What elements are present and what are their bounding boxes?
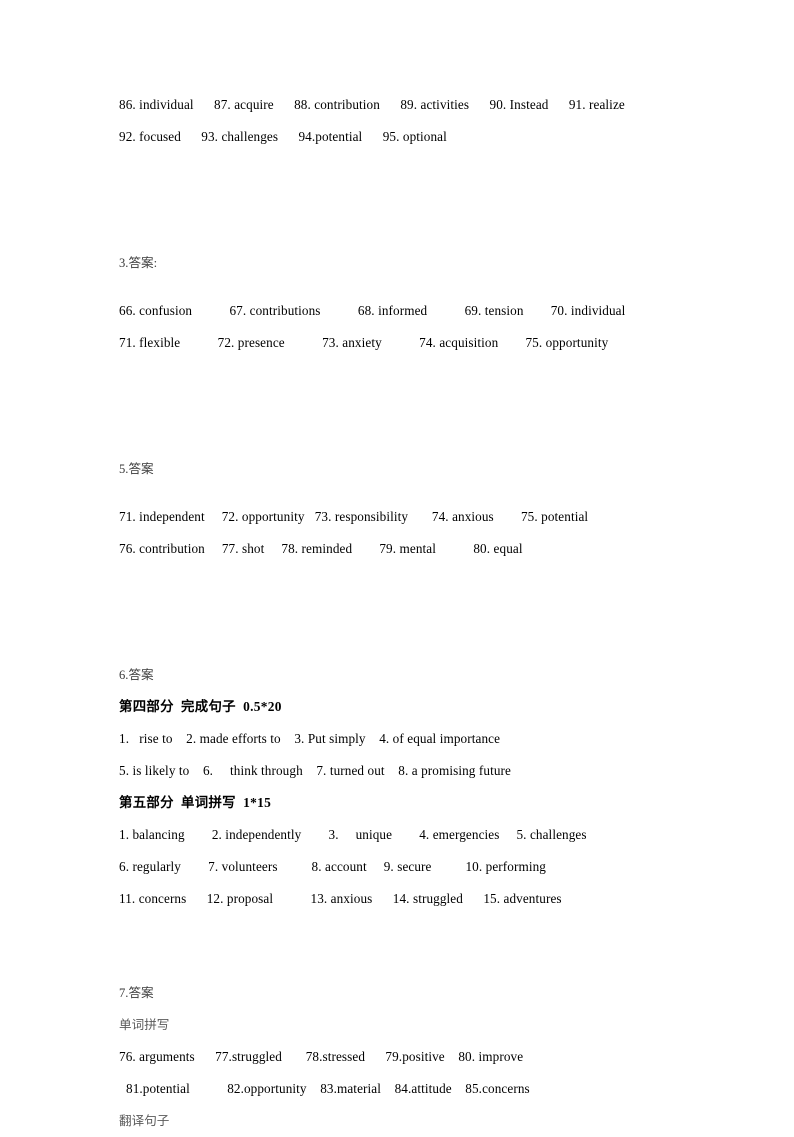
part-5-answer-line-6-10: 6. regularly 7. volunteers 8. account 9.… bbox=[119, 859, 546, 874]
part-5-answer-line-11-15: 11. concerns 12. proposal 13. anxious 14… bbox=[119, 891, 562, 906]
section-6-heading: 6.答案 bbox=[119, 668, 154, 682]
document-page: 86. individual 87. acquire 88. contribut… bbox=[0, 0, 794, 1128]
section-5-answer-line-71-75: 71. independent 72. opportunity 73. resp… bbox=[119, 509, 589, 524]
section-3-block: 3.答案: 66. confusion 67. contributions 68… bbox=[119, 247, 679, 359]
section-7-answer-line-81-85: 81.potential 82.opportunity 83.material … bbox=[126, 1081, 530, 1096]
section-7-heading: 7.答案 bbox=[119, 986, 154, 1000]
part-4-heading: 第四部分 完成句子 0.5*20 bbox=[119, 699, 282, 714]
section-7-spelling-subheading: 单词拼写 bbox=[119, 1018, 170, 1032]
section-5-heading: 5.答案 bbox=[119, 462, 154, 476]
section-5-block: 5.答案 71. independent 72. opportunity 73.… bbox=[119, 453, 679, 565]
answer-line-92-95: 92. focused 93. challenges 94.potential … bbox=[119, 129, 447, 144]
section-7-answer-line-76-80: 76. arguments 77.struggled 78.stressed 7… bbox=[119, 1049, 524, 1064]
part-5-heading: 第五部分 单词拼写 1*15 bbox=[119, 795, 272, 810]
section-3-answer-line-71-75: 71. flexible 72. presence 73. anxiety 74… bbox=[119, 335, 609, 350]
section-7-block: 7.答案 单词拼写 76. arguments 77.struggled 78.… bbox=[119, 977, 679, 1137]
part-4-answer-line-5-8: 5. is likely to 6. think through 7. turn… bbox=[119, 763, 511, 778]
section-6-block: 6.答案 第四部分 完成句子 0.5*20 1. rise to 2. made… bbox=[119, 659, 679, 915]
document-body: 86. individual 87. acquire 88. contribut… bbox=[119, 89, 679, 1137]
part-4-answer-line-1-4: 1. rise to 2. made efforts to 3. Put sim… bbox=[119, 731, 501, 746]
section-3-heading: 3.答案: bbox=[119, 256, 158, 270]
section-3-answer-line-66-70: 66. confusion 67. contributions 68. info… bbox=[119, 303, 626, 318]
answer-line-86-91: 86. individual 87. acquire 88. contribut… bbox=[119, 97, 625, 112]
section-7-translation-subheading: 翻译句子 bbox=[119, 1114, 170, 1128]
section-5-answer-line-76-80: 76. contribution 77. shot 78. reminded 7… bbox=[119, 541, 523, 556]
part-5-answer-line-1-5: 1. balancing 2. independently 3. unique … bbox=[119, 827, 587, 842]
top-answers-block: 86. individual 87. acquire 88. contribut… bbox=[119, 89, 679, 153]
